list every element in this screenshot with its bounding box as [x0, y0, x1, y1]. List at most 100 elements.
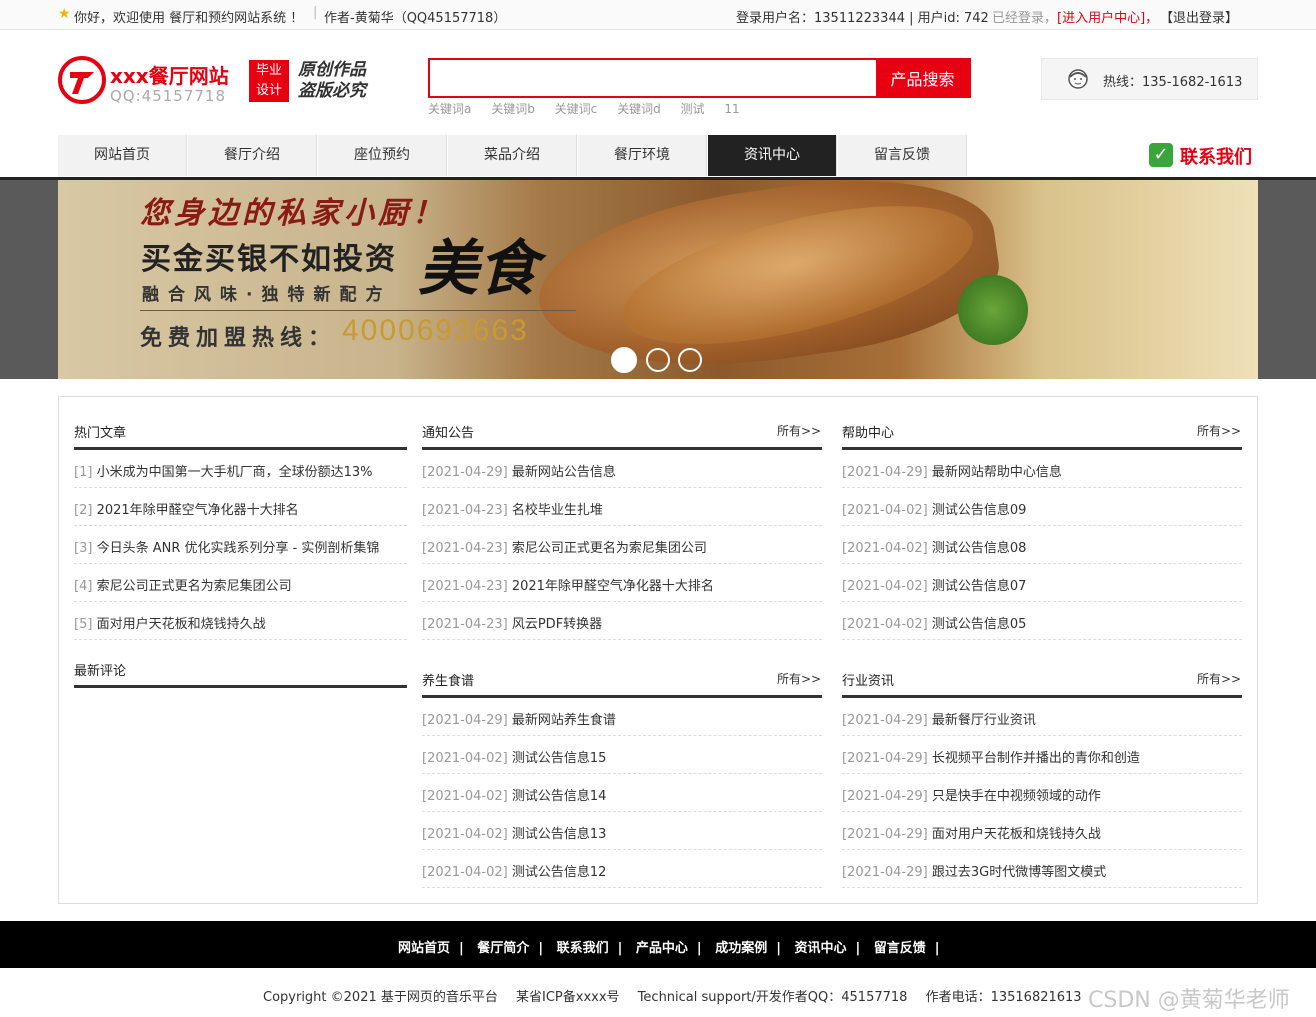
list-item[interactable]: [2021-04-29] 最新餐厅行业资讯: [842, 709, 1036, 728]
list-item[interactable]: [5] 面对用户天花板和烧钱持久战: [74, 613, 266, 632]
keyword-link[interactable]: 关键词d: [617, 102, 661, 116]
logged-in-text: 已经登录，: [992, 11, 1058, 26]
nav-item-news[interactable]: 资讯中心: [708, 135, 837, 176]
list-item[interactable]: [2021-04-29] 跟过去3G时代微博等图文模式: [842, 861, 1106, 880]
item-divider: [422, 601, 822, 602]
item-date: [2021-04-29]: [842, 751, 928, 766]
list-item[interactable]: [2021-04-23] 2021年除甲醛空气净化器十大排名: [422, 575, 714, 594]
hotline-text: 热线：135-1682-1613: [1103, 75, 1243, 90]
nav-item-feedback[interactable]: 留言反馈: [838, 135, 967, 176]
item-date: [2021-04-02]: [422, 789, 508, 804]
footer-nav: 网站首页 | 餐厅简介 | 联系我们 | 产品中心 | 成功案例 | 资讯中心 | 留言反馈…: [398, 937, 949, 956]
footer-link-feedback[interactable]: 留言反馈: [874, 941, 926, 956]
nav-item-dishes[interactable]: 菜品介绍: [448, 135, 577, 176]
list-item[interactable]: [1] 小米成为中国第一大手机厂商，全球份额达13%: [74, 461, 372, 480]
item-date: [2021-04-29]: [842, 827, 928, 842]
keyword-link[interactable]: 11: [724, 102, 739, 116]
item-date: [2021-04-02]: [842, 541, 928, 556]
carousel-dot[interactable]: [611, 347, 637, 373]
search-input[interactable]: [430, 60, 876, 96]
section-rule: [422, 447, 822, 450]
carousel-dot[interactable]: [646, 348, 670, 372]
list-item[interactable]: [2021-04-02] 测试公告信息13: [422, 823, 606, 842]
list-item[interactable]: [2021-04-23] 风云PDF转换器: [422, 613, 602, 632]
nav-item-environment[interactable]: 餐厅环境: [578, 135, 707, 176]
divider: |: [313, 5, 318, 20]
search-button[interactable]: 产品搜索: [876, 60, 969, 96]
footer-link-products[interactable]: 产品中心: [636, 941, 688, 956]
more-link[interactable]: 所有>>: [777, 422, 821, 439]
item-text: 索尼公司正式更名为索尼集团公司: [511, 541, 707, 556]
keyword-link[interactable]: 关键词a: [428, 102, 471, 116]
carousel-dot[interactable]: [678, 348, 702, 372]
footer-link-home[interactable]: 网站首页: [398, 941, 450, 956]
footer-link-news[interactable]: 资讯中心: [794, 941, 846, 956]
item-date: [2021-04-02]: [422, 827, 508, 842]
list-item[interactable]: [2021-04-29] 最新网站帮助中心信息: [842, 461, 1062, 480]
list-item[interactable]: [2] 2021年除甲醛空气净化器十大排名: [74, 499, 299, 518]
list-item[interactable]: [2021-04-02] 测试公告信息08: [842, 537, 1026, 556]
footer-link-cases[interactable]: 成功案例: [715, 941, 767, 956]
badge-line: 毕业: [255, 63, 282, 78]
customer-service-icon: [1068, 69, 1088, 89]
list-item[interactable]: [2021-04-23] 名校毕业生扎堆: [422, 499, 603, 518]
herb-garnish: [958, 275, 1028, 345]
keyword-link[interactable]: 测试: [681, 102, 705, 116]
footer-separator: |: [617, 941, 623, 956]
more-link[interactable]: 所有>>: [1197, 670, 1241, 687]
item-divider: [74, 487, 407, 488]
item-date: [2021-04-29]: [842, 865, 928, 880]
more-link[interactable]: 所有>>: [777, 670, 821, 687]
icp-text: 某省ICP备xxxx号: [516, 990, 620, 1005]
nav-item-restaurant-intro[interactable]: 餐厅介绍: [188, 135, 317, 176]
list-item[interactable]: [3] 今日头条 ANR 优化实践系列分享 - 实例剖析集锦: [74, 537, 379, 556]
keyword-link[interactable]: 关键词c: [555, 102, 598, 116]
slogan-line: 盗版必究: [298, 81, 366, 101]
item-text: 索尼公司正式更名为索尼集团公司: [96, 579, 292, 594]
item-divider: [74, 639, 407, 640]
list-item[interactable]: [2021-04-29] 最新网站养生食谱: [422, 709, 616, 728]
list-item[interactable]: [2021-04-02] 测试公告信息05: [842, 613, 1026, 632]
list-item[interactable]: [2021-04-02] 测试公告信息12: [422, 861, 606, 880]
copyright-line: Copyright ©2021 基于网页的音乐平台 某省ICP备xxxx号 Te…: [263, 986, 1096, 1005]
watermark: CSDN @黄菊华老师: [1088, 988, 1290, 1013]
logo-icon[interactable]: [58, 56, 106, 104]
item-date: [2021-04-23]: [422, 617, 508, 632]
list-item[interactable]: [2021-04-02] 测试公告信息07: [842, 575, 1026, 594]
list-item[interactable]: [4] 索尼公司正式更名为索尼集团公司: [74, 575, 292, 594]
keyword-link[interactable]: 关键词b: [491, 102, 535, 116]
list-item[interactable]: [2021-04-29] 面对用户天花板和烧钱持久战: [842, 823, 1101, 842]
login-info: 登录用户名：13511223344 | 用户id: 742: [736, 11, 989, 26]
item-text: 最新网站帮助中心信息: [931, 465, 1062, 480]
item-text: 风云PDF转换器: [511, 617, 603, 632]
list-item[interactable]: [2021-04-02] 测试公告信息15: [422, 747, 606, 766]
checkmark-icon: ✓: [1149, 143, 1173, 167]
section-title-help: 帮助中心: [842, 426, 895, 441]
item-text: 测试公告信息13: [511, 827, 607, 842]
more-link[interactable]: 所有>>: [1197, 422, 1241, 439]
item-text: 最新网站养生食谱: [511, 713, 616, 728]
nav-item-seat-booking[interactable]: 座位预约: [318, 135, 447, 176]
list-item[interactable]: [2021-04-29] 长视频平台制作并播出的青你和创造: [842, 747, 1140, 766]
list-item[interactable]: [2021-04-02] 测试公告信息14: [422, 785, 606, 804]
nav-item-home[interactable]: 网站首页: [58, 135, 187, 176]
item-date: [2021-04-29]: [842, 465, 928, 480]
item-divider: [422, 563, 822, 564]
contact-us-label: 联系我们: [1180, 147, 1252, 168]
item-text: 测试公告信息08: [931, 541, 1027, 556]
footer-link-contact[interactable]: 联系我们: [557, 941, 609, 956]
site-title[interactable]: xxx餐厅网站: [110, 60, 229, 89]
item-date: [2021-04-23]: [422, 579, 508, 594]
banner-slogan: 您身边的私家小厨！: [140, 196, 446, 231]
section-title-industry: 行业资讯: [842, 674, 895, 689]
logout-link[interactable]: 【退出登录】: [1160, 7, 1238, 26]
user-center-link[interactable]: [进入用户中心]，: [1057, 7, 1158, 26]
item-date: [2021-04-29]: [842, 789, 928, 804]
list-item[interactable]: [2021-04-02] 测试公告信息09: [842, 499, 1026, 518]
footer-link-about[interactable]: 餐厅简介: [477, 941, 529, 956]
list-item[interactable]: [2021-04-29] 只是快手在中视频领域的动作: [842, 785, 1101, 804]
list-item[interactable]: [2021-04-23] 索尼公司正式更名为索尼集团公司: [422, 537, 707, 556]
support-text: Technical support/开发作者QQ：45157718: [637, 990, 908, 1005]
item-text: 面对用户天花板和烧钱持久战: [96, 617, 266, 632]
list-item[interactable]: [2021-04-29] 最新网站公告信息: [422, 461, 616, 480]
